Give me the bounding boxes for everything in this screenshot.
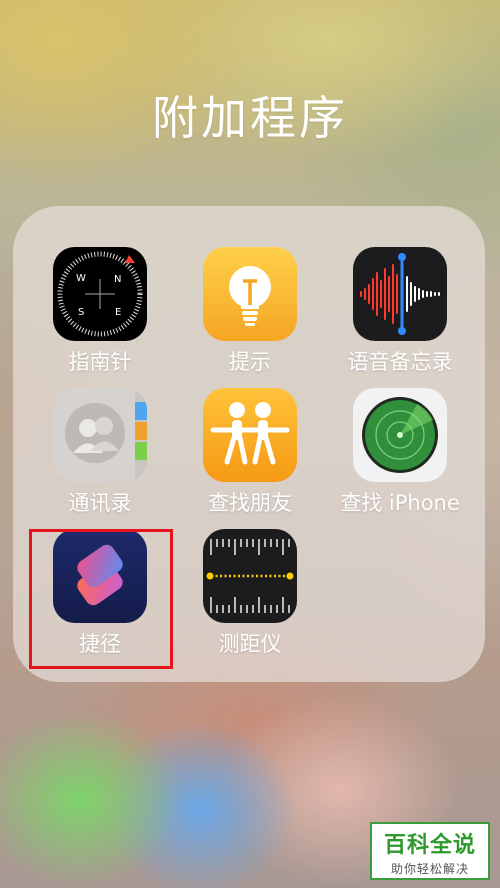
compass-s-label: S [78, 307, 84, 318]
compass-n-label: N [114, 274, 121, 285]
app-compass[interactable]: N W S E 指南针 [35, 247, 165, 376]
compass-e-label: E [115, 307, 121, 318]
app-label: 查找 iPhone [340, 491, 460, 515]
contacts-icon [53, 388, 147, 482]
app-label: 指南针 [68, 350, 132, 374]
voice-memos-waveform-icon [353, 247, 447, 341]
app-tips[interactable]: 提示 [185, 247, 315, 376]
app-find-friends[interactable]: 查找朋友 [185, 388, 315, 517]
tips-lightbulb-icon [203, 247, 297, 341]
compass-w-label: W [76, 273, 86, 284]
measure-ruler-icon [203, 529, 297, 623]
app-label: 测距仪 [218, 632, 282, 656]
app-label: 通讯录 [68, 491, 132, 515]
highlight-box [29, 529, 173, 669]
app-contacts[interactable]: 通讯录 [35, 388, 165, 517]
find-iphone-radar-icon [353, 388, 447, 482]
compass-icon: N W S E [53, 247, 147, 341]
app-label: 提示 [229, 350, 271, 374]
app-find-iphone[interactable]: 查找 iPhone [335, 388, 465, 517]
app-label: 语音备忘录 [347, 350, 453, 374]
app-voice-memos[interactable]: 语音备忘录 [335, 247, 465, 376]
find-friends-icon [203, 388, 297, 482]
folder-title: 附加程序 [152, 91, 348, 145]
watermark-logo: 百科全说 助你轻松解决 [370, 822, 490, 880]
watermark-subtitle: 助你轻松解决 [390, 862, 469, 876]
watermark-title: 百科全说 [383, 833, 476, 858]
app-label: 查找朋友 [208, 491, 292, 515]
app-measure[interactable]: 测距仪 [185, 529, 315, 658]
